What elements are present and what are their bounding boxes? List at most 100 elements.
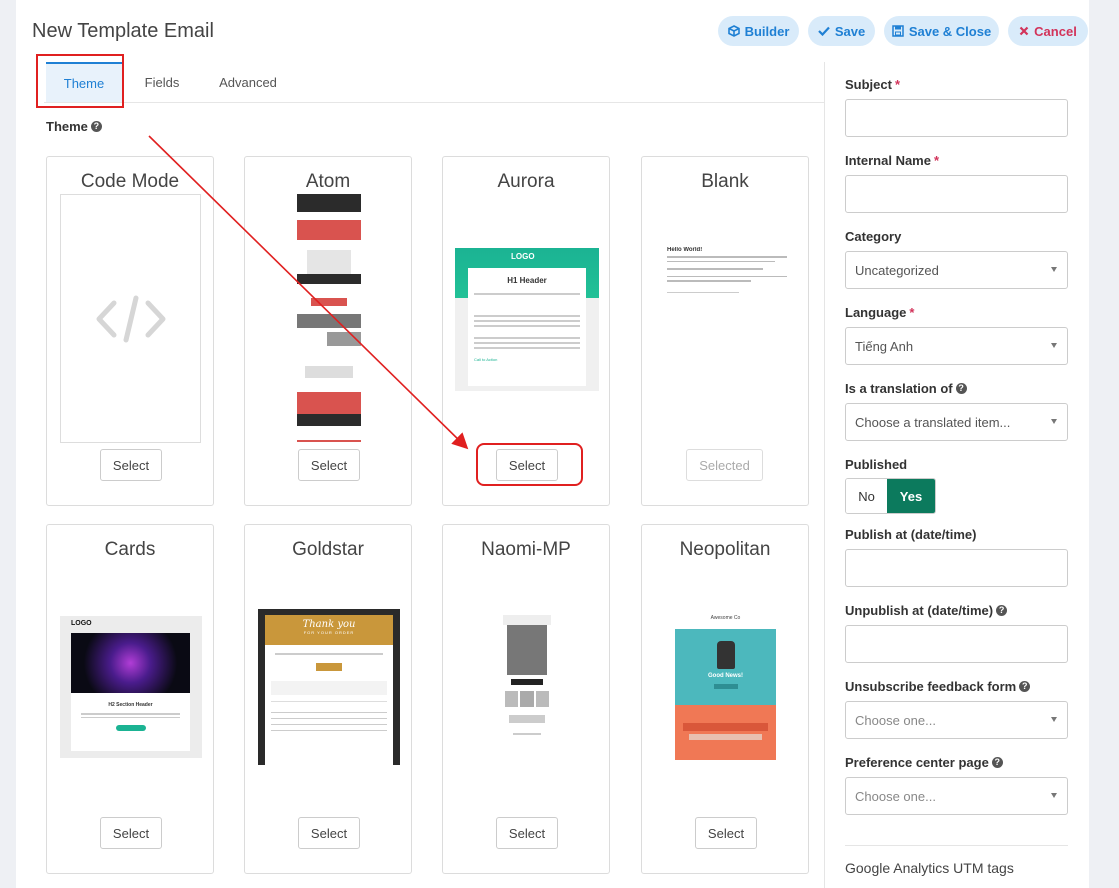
select-button[interactable]: Select <box>496 817 558 849</box>
select-button[interactable]: Select <box>298 449 360 481</box>
category-value: Uncategorized <box>855 262 939 278</box>
theme-name: Aurora <box>497 171 555 192</box>
thumb-news: Good News! <box>707 673 743 679</box>
builder-button[interactable]: Builder <box>718 16 799 46</box>
published-no[interactable]: No <box>846 479 887 513</box>
close-icon <box>1019 26 1029 36</box>
unsubscribe-form-label: Unsubscribe feedback form? <box>845 679 1031 694</box>
subject-label: Subject * <box>845 77 901 92</box>
theme-card-blank[interactable]: Blank Hello World! Selected <box>641 156 809 506</box>
theme-tab-highlight <box>36 54 124 108</box>
thumb-header: H2 Section Header <box>108 702 153 708</box>
theme-name: Code Mode <box>80 171 180 192</box>
help-icon[interactable]: ? <box>955 383 967 394</box>
unpublish-at-label: Unpublish at (date/time)? <box>845 603 1008 618</box>
select-button[interactable]: Select <box>695 817 757 849</box>
cancel-button[interactable]: Cancel <box>1008 16 1088 46</box>
internal-name-label: Internal Name * <box>845 153 940 168</box>
theme-thumbnail <box>503 615 551 755</box>
code-icon <box>96 295 166 343</box>
language-select[interactable]: Tiếng Anh <box>845 327 1068 365</box>
published-yes[interactable]: Yes <box>887 479 935 513</box>
tab-fields[interactable]: Fields <box>136 62 188 102</box>
translation-select[interactable]: Choose a translated item... <box>845 403 1068 441</box>
ga-utm-tags-label[interactable]: Google Analytics UTM tags <box>845 860 1014 876</box>
select-button[interactable]: Select <box>298 817 360 849</box>
theme-thumbnail: Hello World! <box>667 247 787 307</box>
theme-card-code-mode[interactable]: Code Mode Select <box>46 156 214 506</box>
selected-button: Selected <box>686 449 763 481</box>
internal-name-label-text: Internal Name <box>845 153 931 168</box>
thumb-thank: Thank you <box>302 619 356 630</box>
unpublish-at-label-text: Unpublish at (date/time) <box>845 603 994 618</box>
theme-card-naomi-mp[interactable]: Naomi-MP Select <box>442 524 610 874</box>
theme-label-text: Theme <box>46 119 88 134</box>
publish-at-label: Publish at (date/time) <box>845 527 977 542</box>
theme-name: Atom <box>305 171 351 192</box>
category-select[interactable]: Uncategorized <box>845 251 1068 289</box>
check-icon <box>818 26 830 36</box>
theme-section-label: Theme ? <box>46 119 102 134</box>
theme-thumbnail: Awesome Co Good News! <box>675 613 776 763</box>
language-label-text: Language <box>845 305 907 320</box>
preference-page-placeholder: Choose one... <box>855 788 936 804</box>
select-button[interactable]: Select <box>100 449 162 481</box>
help-icon[interactable]: ? <box>1019 681 1031 692</box>
theme-thumbnail <box>297 194 361 442</box>
select-button-highlight <box>476 443 583 486</box>
theme-card-neopolitan[interactable]: Neopolitan Awesome Co Good News! Select <box>641 524 809 874</box>
caret-down-icon <box>1051 793 1057 798</box>
caret-down-icon <box>1051 717 1057 722</box>
theme-name: Blank <box>701 171 749 192</box>
cube-icon <box>727 25 740 37</box>
theme-name: Naomi-MP <box>481 539 571 560</box>
translation-label-text: Is a translation of <box>845 381 953 396</box>
published-toggle[interactable]: No Yes <box>845 478 936 514</box>
preference-page-select[interactable]: Choose one... <box>845 777 1068 815</box>
caret-down-icon <box>1051 343 1057 348</box>
help-icon[interactable]: ? <box>996 605 1008 616</box>
cancel-label: Cancel <box>1034 23 1077 39</box>
theme-thumbnail <box>60 194 201 443</box>
thumb-logo: LOGO <box>511 252 535 261</box>
preference-page-label-text: Preference center page <box>845 755 989 770</box>
subject-label-text: Subject <box>845 77 892 92</box>
tab-advanced[interactable]: Advanced <box>212 62 284 102</box>
theme-card-goldstar[interactable]: Goldstar Thank you FOR YOUR ORDER Select <box>244 524 412 874</box>
save-close-button[interactable]: Save & Close <box>884 16 999 46</box>
theme-name: Cards <box>104 539 156 560</box>
form-divider <box>845 845 1068 846</box>
unsubscribe-form-label-text: Unsubscribe feedback form <box>845 679 1017 694</box>
unpublish-at-input[interactable] <box>845 625 1068 663</box>
save-button[interactable]: Save <box>808 16 875 46</box>
language-label: Language * <box>845 305 915 320</box>
thumb-brand: Awesome Co <box>710 615 741 621</box>
theme-name: Neopolitan <box>679 539 771 560</box>
translation-placeholder: Choose a translated item... <box>855 414 1011 430</box>
published-label: Published <box>845 457 908 472</box>
internal-name-input[interactable] <box>845 175 1068 213</box>
unsubscribe-form-select[interactable]: Choose one... <box>845 701 1068 739</box>
subject-input[interactable] <box>845 99 1068 137</box>
thumb-cta: Call to Action <box>474 357 498 362</box>
theme-card-atom[interactable]: Atom Select <box>244 156 412 506</box>
tab-bar: Theme Fields Advanced <box>44 62 824 103</box>
translation-label: Is a translation of? <box>845 381 967 396</box>
save-close-label: Save & Close <box>908 23 992 39</box>
help-icon[interactable]: ? <box>991 757 1003 768</box>
page-title: New Template Email <box>32 20 214 42</box>
help-icon[interactable]: ? <box>90 121 102 132</box>
unsubscribe-form-placeholder: Choose one... <box>855 712 936 728</box>
builder-label: Builder <box>744 23 790 39</box>
thumb-logo: LOGO <box>71 620 92 627</box>
thumb-header: H1 Header <box>507 276 547 285</box>
publish-at-input[interactable] <box>845 549 1068 587</box>
caret-down-icon <box>1051 267 1057 272</box>
theme-thumbnail: Thank you FOR YOUR ORDER <box>258 609 400 765</box>
language-value: Tiếng Anh <box>855 338 914 354</box>
theme-card-cards[interactable]: Cards LOGO H2 Section Header Select <box>46 524 214 874</box>
theme-thumbnail: LOGO H2 Section Header <box>60 616 202 758</box>
category-label: Category <box>845 229 902 244</box>
select-button[interactable]: Select <box>100 817 162 849</box>
thumb-greeting: Hello World! <box>667 247 703 253</box>
